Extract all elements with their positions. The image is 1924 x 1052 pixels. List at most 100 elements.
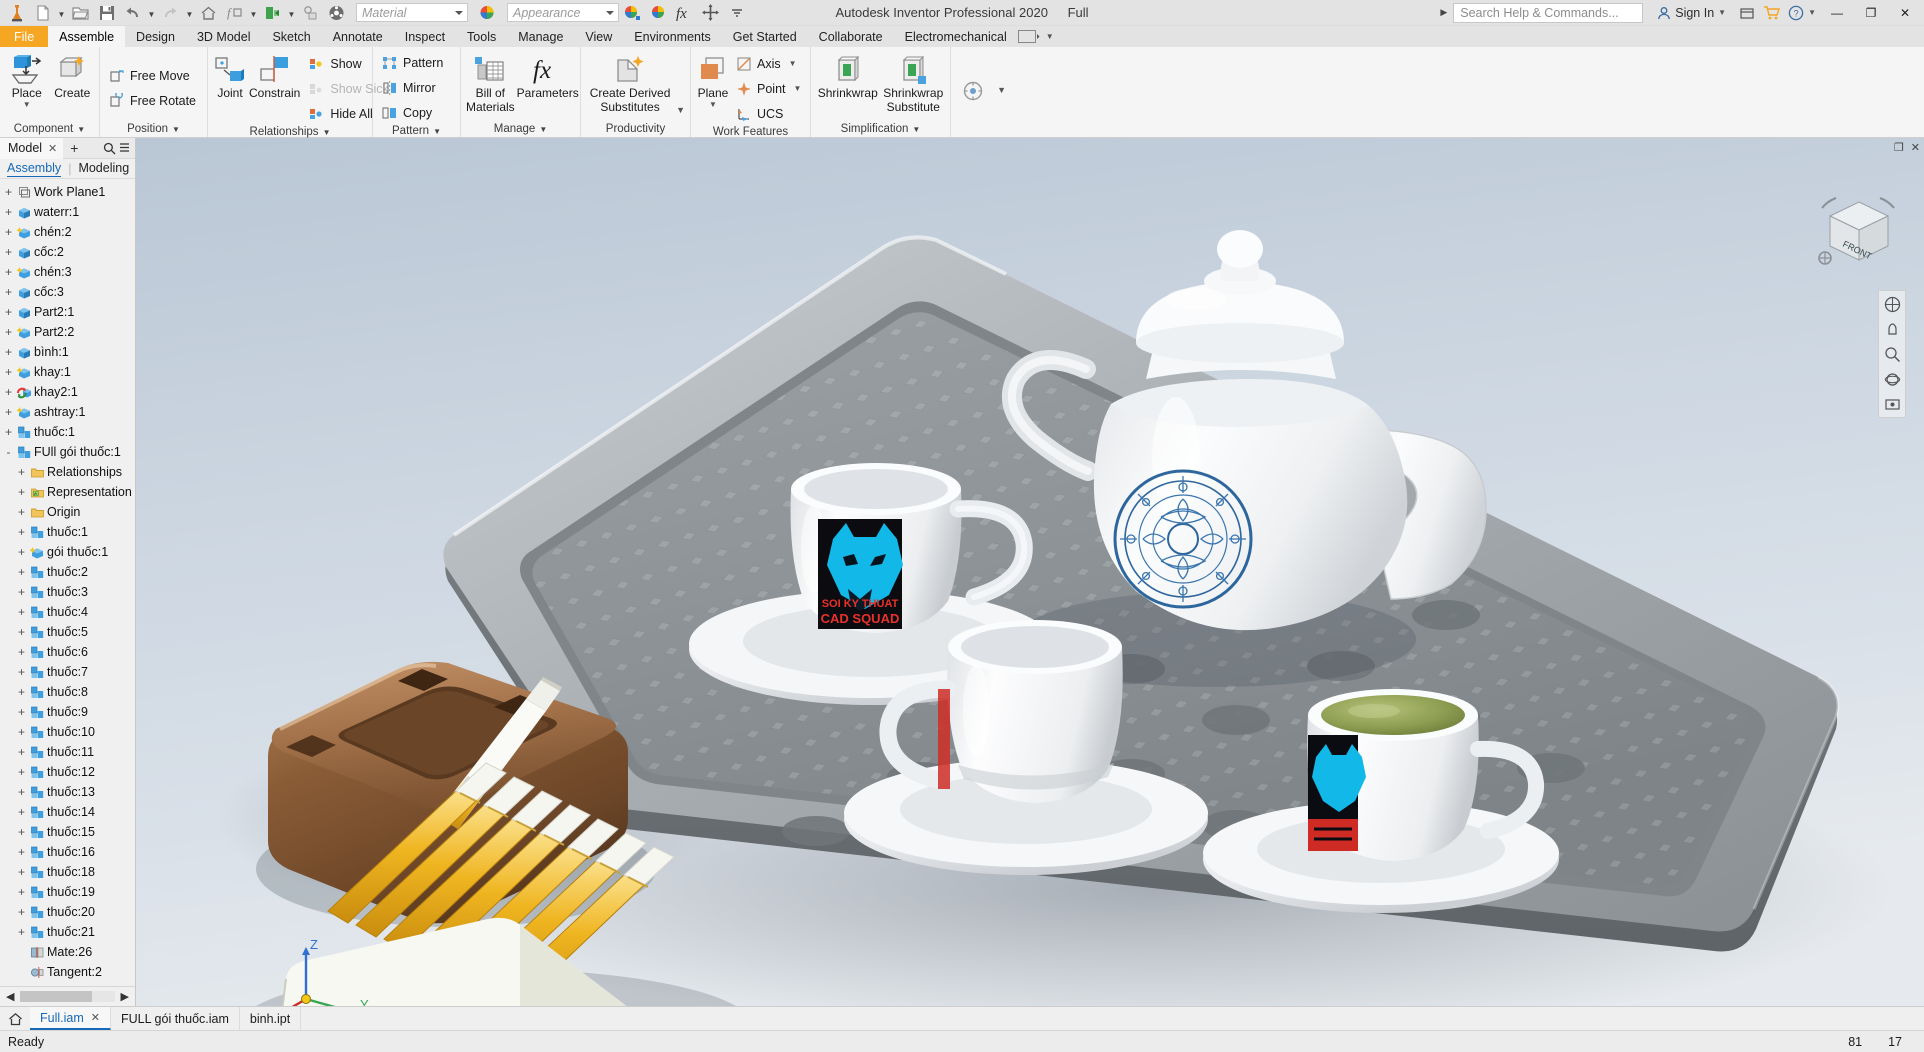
panel-label-manage[interactable]: Manage ▼ xyxy=(461,121,580,137)
ribbon-tab-sketch[interactable]: Sketch xyxy=(261,26,321,47)
tree-node[interactable]: + thuốc:2 xyxy=(0,562,135,582)
pattern-button[interactable]: Pattern xyxy=(378,50,450,75)
parameters-dropdown-arrow[interactable]: ▼ xyxy=(248,1,259,25)
undo-icon[interactable] xyxy=(120,1,145,25)
scroll-right-icon[interactable]: ▶ xyxy=(119,990,131,1003)
3d-viewport[interactable]: SOI KY THUAT CAD SQUAD Z Y ❐ ✕ FRONT xyxy=(136,138,1924,1006)
expand-icon[interactable]: + xyxy=(15,745,28,759)
tree-node[interactable]: + ashtray:1 xyxy=(0,402,135,422)
tree-node[interactable]: + thuốc:3 xyxy=(0,582,135,602)
expand-icon[interactable]: + xyxy=(15,525,28,539)
ribbon-tab-environments[interactable]: Environments xyxy=(623,26,721,47)
zoom-icon[interactable] xyxy=(1881,345,1903,363)
cart-icon[interactable] xyxy=(1759,1,1784,25)
tree-node[interactable]: Tangent:2 xyxy=(0,962,135,982)
parameters-button[interactable]: fx Parameters xyxy=(517,50,579,101)
full-navigation-wheel-icon[interactable] xyxy=(1881,295,1903,313)
customize-qat-icon[interactable] xyxy=(724,1,749,25)
expand-icon[interactable]: + xyxy=(2,345,15,359)
tree-node[interactable]: + Origin xyxy=(0,502,135,522)
work-axis-button[interactable]: Axis ▼ xyxy=(732,51,808,76)
expand-icon[interactable]: + xyxy=(15,825,28,839)
close-viewport-button[interactable]: ✕ xyxy=(1911,141,1920,154)
expand-icon[interactable]: + xyxy=(2,365,15,379)
ribbon-tab-assemble[interactable]: Assemble xyxy=(48,26,126,47)
new-file-dropdown-arrow[interactable]: ▼ xyxy=(56,1,67,25)
tree-node[interactable]: + khay2:1 xyxy=(0,382,135,402)
expand-icon[interactable]: + xyxy=(15,885,28,899)
maximize-button[interactable]: ❐ xyxy=(1854,1,1888,25)
redo-icon[interactable] xyxy=(158,1,183,25)
tree-node[interactable]: + Representation xyxy=(0,482,135,502)
browser-menu-icon[interactable] xyxy=(119,142,130,154)
clear-appearance-icon[interactable] xyxy=(646,1,671,25)
tree-node[interactable]: + thuốc:12 xyxy=(0,762,135,782)
ribbon-tab-file[interactable]: File xyxy=(0,26,49,47)
expand-icon[interactable]: + xyxy=(2,185,15,199)
expand-icon[interactable]: + xyxy=(15,805,28,819)
free-rotate-button[interactable]: Free Rotate xyxy=(105,89,203,114)
ribbon-tab-overflow[interactable]: ▼ xyxy=(1017,26,1064,47)
orbit-icon[interactable] xyxy=(1881,370,1903,388)
app-store-icon[interactable] xyxy=(1734,1,1759,25)
expand-icon[interactable]: + xyxy=(15,725,28,739)
browser-tree[interactable]: + Work Plane1 + waterr:1 + chén:2 + cốc:2 + chén:… xyxy=(0,179,135,986)
tree-node[interactable]: - FUll gói thuốc:1 xyxy=(0,442,135,462)
work-plane-button[interactable]: Plane ▼ xyxy=(696,50,730,108)
parameters-icon[interactable]: f xyxy=(222,1,247,25)
move-icon[interactable] xyxy=(698,1,723,25)
copy-button[interactable]: Copy xyxy=(378,100,450,125)
tree-node[interactable]: + thuốc:21 xyxy=(0,922,135,942)
tree-node[interactable]: + chén:2 xyxy=(0,222,135,242)
browser-subtab-modeling[interactable]: Modeling xyxy=(78,161,129,176)
tree-node[interactable]: + thuốc:9 xyxy=(0,702,135,722)
mirror-button[interactable]: Mirror xyxy=(378,75,450,100)
create-derived-substitutes-button[interactable]: Create Derived Substitutes xyxy=(586,50,674,115)
tree-node[interactable]: + thuốc:20 xyxy=(0,902,135,922)
tree-node[interactable]: + thuốc:8 xyxy=(0,682,135,702)
convert-dropdown-arrow[interactable]: ▼ xyxy=(997,85,1006,95)
expand-icon[interactable]: + xyxy=(15,565,28,579)
tree-node[interactable]: + thuốc:10 xyxy=(0,722,135,742)
tree-node[interactable]: + thuốc:1 xyxy=(0,422,135,442)
open-file-icon[interactable] xyxy=(68,1,93,25)
search-expand-arrow-icon[interactable]: ▶ xyxy=(1440,7,1453,18)
home-tab-button[interactable] xyxy=(0,1007,30,1030)
panel-label-component[interactable]: Component ▼ xyxy=(0,121,99,137)
material-combo[interactable]: Material xyxy=(356,3,468,22)
expand-icon[interactable]: + xyxy=(15,665,28,679)
constrain-button[interactable]: Constrain xyxy=(249,50,300,101)
select-icon[interactable] xyxy=(298,1,323,25)
document-tab-full-goi-thuoc-iam[interactable]: FULL gói thuốc.iam xyxy=(111,1007,240,1030)
ribbon-tab-inspect[interactable]: Inspect xyxy=(394,26,456,47)
look-at-icon[interactable] xyxy=(1881,395,1903,413)
tree-node[interactable]: + waterr:1 xyxy=(0,202,135,222)
expand-icon[interactable]: + xyxy=(2,385,15,399)
place-component-button[interactable]: Place ▼ xyxy=(5,50,49,108)
ucs-button[interactable]: UCS xyxy=(732,101,808,126)
expand-icon[interactable]: + xyxy=(15,505,28,519)
document-tab-full-iam[interactable]: Full.iam ✕ xyxy=(30,1007,111,1030)
tree-node[interactable]: + Part2:1 xyxy=(0,302,135,322)
ribbon-tab-electromechanical[interactable]: Electromechanical xyxy=(894,26,1018,47)
redo-dropdown-arrow[interactable]: ▼ xyxy=(184,1,195,25)
ribbon-tab-get-started[interactable]: Get Started xyxy=(722,26,808,47)
expand-icon[interactable]: + xyxy=(15,545,28,559)
appearance-combo[interactable]: Appearance xyxy=(507,3,619,22)
update-dropdown-arrow[interactable]: ▼ xyxy=(286,1,297,25)
expand-icon[interactable]: + xyxy=(15,465,28,479)
browser-horizontal-scrollbar[interactable] xyxy=(20,991,115,1002)
work-plane-dropdown-arrow[interactable]: ▼ xyxy=(709,100,717,108)
new-file-icon[interactable] xyxy=(30,1,55,25)
expand-icon[interactable]: + xyxy=(15,765,28,779)
ribbon-tab-collaborate[interactable]: Collaborate xyxy=(808,26,894,47)
tree-node[interactable]: + thuốc:7 xyxy=(0,662,135,682)
create-component-button[interactable]: Create xyxy=(51,50,95,101)
expand-icon[interactable]: + xyxy=(2,245,15,259)
tree-node[interactable]: + thuốc:18 xyxy=(0,862,135,882)
tree-node[interactable]: + khay:1 xyxy=(0,362,135,382)
search-icon[interactable] xyxy=(103,142,116,155)
browser-tab-model[interactable]: Model ✕ xyxy=(0,137,64,159)
ribbon-tab-manage[interactable]: Manage xyxy=(507,26,574,47)
free-move-button[interactable]: Free Move xyxy=(105,64,203,89)
